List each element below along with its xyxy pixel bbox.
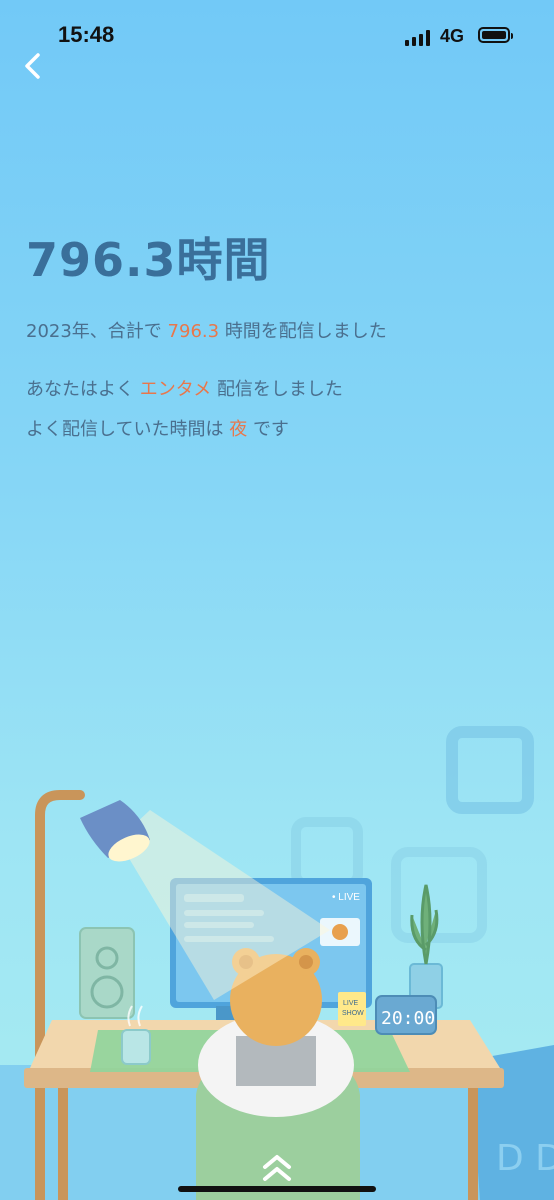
plant [410,884,439,965]
line3-value: 夜 [229,419,248,440]
mug [121,1029,151,1065]
home-indicator[interactable] [178,1186,376,1192]
live-badge: • LIVE [332,892,360,903]
live-show-sign [338,992,366,1026]
line3-suffix: です [252,419,289,440]
desk-leg-right [468,1088,478,1200]
deco-square-mid [291,817,363,889]
network-type: 4G [440,26,465,46]
streaming-desk-illustration: D D • LIVE LIVE SHOW 20:00 [0,726,554,1200]
line2-prefix: あなたはよく [26,379,134,400]
line2-value: エンタメ [139,379,212,400]
deco-square-large [446,726,534,814]
chevron-left-icon [25,53,40,79]
line1-suffix: 時間を配信しました [224,321,387,342]
back-button[interactable] [14,46,54,86]
total-streaming-text: 2023年、合計で 796.3 時間を配信しました [26,317,387,343]
cabinet-handles: D D [496,1138,554,1179]
sign-text-1: LIVE [343,1000,359,1007]
sign-text-2: SHOW [342,1010,364,1017]
time-of-day-text: よく配信していた時間は 夜 です [26,415,289,441]
desk-leg-left [58,1088,68,1200]
clock-time: 20:00 [381,1008,435,1029]
status-bar: 15:48 4G [0,0,554,64]
line1-value: 796.3 [167,321,220,342]
speaker [79,927,135,1019]
battery-icon [478,27,513,43]
line3-prefix: よく配信していた時間は [26,419,224,440]
signal-icon [405,30,430,46]
status-time: 15:48 [58,22,115,47]
category-text: あなたはよく エンタメ 配信をしました [26,375,343,401]
line2-suffix: 配信をしました [216,379,343,400]
deco-square-right [391,847,487,943]
line1-prefix: 2023年、合計で [26,321,162,342]
total-hours-headline: 796.3時間 [26,233,271,287]
swipe-up-button[interactable] [258,1150,296,1186]
double-chevron-up-icon [263,1155,291,1181]
